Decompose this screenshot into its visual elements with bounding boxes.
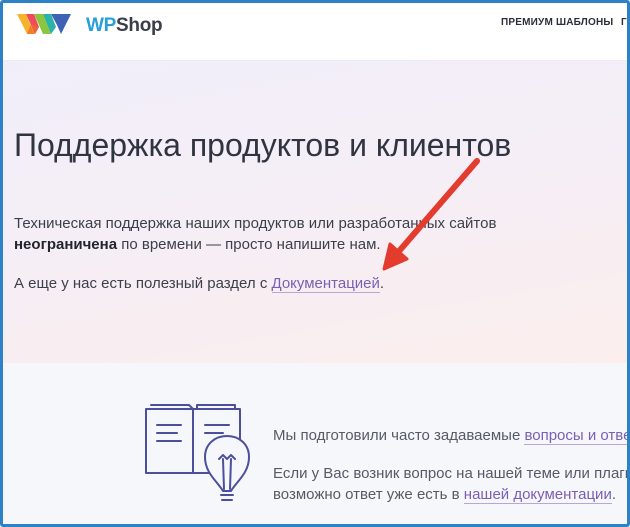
logo-wp: WP bbox=[86, 15, 117, 36]
faq-line-2: Если у Вас возник вопрос на нашей теме и… bbox=[273, 465, 630, 482]
page-title: Поддержка продуктов и клиентов bbox=[14, 127, 512, 163]
our-documentation-link[interactable]: нашей документации bbox=[463, 486, 612, 504]
faq-answer-end: . bbox=[611, 486, 616, 503]
faq-section: Мы подготовили часто задаваемые вопросы … bbox=[3, 363, 630, 524]
nav-next-item[interactable]: Г bbox=[621, 17, 627, 28]
docs-text-end: . bbox=[379, 275, 385, 292]
nav-premium-templates[interactable]: ПРЕМИУМ ШАБЛОНЫ bbox=[501, 17, 613, 28]
faq-link[interactable]: вопросы и отве bbox=[524, 427, 627, 445]
support-text: Техническая поддержка наших продуктов ил… bbox=[14, 215, 497, 232]
support-paragraph: Техническая поддержка наших продуктов ил… bbox=[14, 213, 574, 255]
docs-text: А еще у нас есть полезный раздел с bbox=[14, 275, 272, 292]
logo-shop: Shop bbox=[116, 15, 163, 36]
faq-intro-text: Мы подготовили часто задаваемые bbox=[273, 427, 525, 444]
faq-line-3: возможно ответ уже есть в нашей документ… bbox=[273, 484, 616, 505]
site-header: WPShop ПРЕМИУМ ШАБЛОНЫ Г bbox=[3, 3, 627, 61]
faq-line-1: Мы подготовили часто задаваемые вопросы … bbox=[273, 425, 627, 446]
documentation-link[interactable]: Документацией bbox=[271, 275, 380, 293]
screenshot-frame: WPShop ПРЕМИУМ ШАБЛОНЫ Г Поддержка проду… bbox=[0, 0, 630, 527]
unlimited-bold: неограничена bbox=[14, 236, 118, 253]
book-lightbulb-icon bbox=[145, 404, 250, 501]
wpshop-logo-icon[interactable] bbox=[17, 12, 71, 36]
support-text-end: по времени — просто напишите нам. bbox=[117, 236, 381, 253]
faq-answer-text: возможно ответ уже есть в bbox=[273, 486, 464, 503]
documentation-paragraph: А еще у нас есть полезный раздел с Докум… bbox=[14, 273, 384, 294]
hero-section: Поддержка продуктов и клиентов Техническ… bbox=[3, 61, 627, 363]
wpshop-logo-text[interactable]: WPShop bbox=[86, 15, 163, 37]
